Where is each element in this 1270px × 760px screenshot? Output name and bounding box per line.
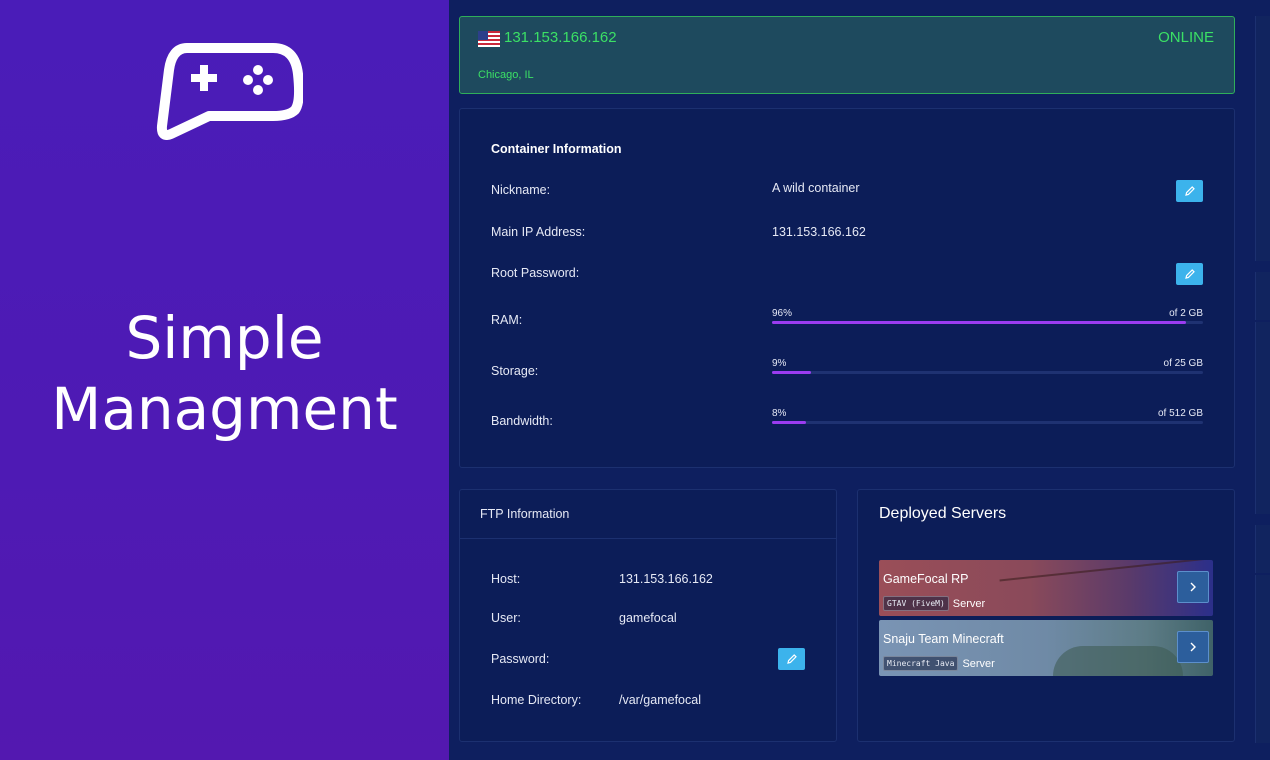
ftp-password-label: Password: [491, 652, 550, 666]
server-item[interactable]: Snaju Team Minecraft Minecraft Java Serv… [879, 620, 1213, 676]
server-name: Snaju Team Minecraft [883, 632, 1004, 646]
server-status-banner: 131.153.166.162 ONLINE Chicago, IL [459, 16, 1235, 94]
ip-label: Main IP Address: [491, 225, 586, 239]
promo-panel: Simple Managment [0, 0, 449, 760]
status-ip: 131.153.166.162 [504, 29, 617, 46]
server-item[interactable]: GameFocal RP GTAV (FiveM) Server [879, 560, 1213, 616]
pencil-icon [1184, 269, 1195, 279]
edit-nickname-button[interactable] [1176, 180, 1203, 202]
server-game-tag: Minecraft Java [883, 656, 959, 671]
bandwidth-total: of 512 GB [1157, 408, 1203, 419]
ftp-info-header: FTP Information [460, 490, 836, 539]
storage-meter: 9% of 25 GB [772, 358, 1203, 378]
ram-label: RAM: [491, 313, 523, 327]
ram-meter: 96% of 2 GB [772, 308, 1203, 328]
side-panel [1255, 272, 1270, 320]
nickname-label: Nickname: [491, 183, 551, 197]
gamepad-icon [156, 43, 303, 140]
root-password-label: Root Password: [491, 266, 580, 280]
storage-label: Storage: [491, 364, 539, 378]
server-game-tag: GTAV (FiveM) [883, 596, 949, 611]
ftp-home-value: /var/gamefocal [619, 693, 701, 707]
container-info-title: Container Information [491, 142, 622, 156]
server-type: GTAV (FiveM) Server [883, 596, 985, 611]
storage-percent: 9% [772, 358, 787, 369]
bandwidth-percent: 8% [772, 408, 787, 419]
side-panel [1255, 575, 1270, 743]
server-name: GameFocal RP [883, 572, 969, 586]
server-type: Minecraft Java Server [883, 656, 995, 671]
bandwidth-fill [772, 421, 807, 424]
server-type-suffix: Server [952, 597, 986, 610]
ftp-user-label: User: [491, 611, 521, 625]
ram-percent: 96% [772, 308, 793, 319]
ftp-host-value: 131.153.166.162 [619, 572, 713, 586]
chevron-right-icon [1190, 642, 1196, 652]
ftp-home-label: Home Directory: [491, 693, 582, 707]
container-info-card: Container Information Nickname: A wild c… [459, 108, 1235, 468]
status-location: Chicago, IL [478, 69, 534, 81]
ip-value: 131.153.166.162 [772, 225, 866, 239]
ram-fill [772, 321, 1186, 324]
pencil-icon [786, 654, 797, 664]
bandwidth-meter: 8% of 512 GB [772, 408, 1203, 428]
ram-total: of 2 GB [1169, 308, 1203, 319]
nickname-value: A wild container [772, 181, 860, 195]
headline-line-1: Simple [125, 304, 324, 372]
side-panel [1255, 322, 1270, 514]
ftp-info-title: FTP Information [480, 507, 570, 521]
storage-total: of 25 GB [1163, 358, 1203, 369]
deployed-servers-card: Deployed Servers GameFocal RP GTAV (Five… [857, 489, 1235, 742]
container-dashboard: 131.153.166.162 ONLINE Chicago, IL Conta… [449, 0, 1270, 760]
us-flag-icon [478, 31, 500, 47]
ftp-info-card: FTP Information Host: 131.153.166.162 Us… [459, 489, 837, 742]
deployed-servers-title: Deployed Servers [879, 505, 1007, 522]
server-type-suffix: Server [962, 657, 995, 670]
open-server-button[interactable] [1177, 631, 1209, 663]
edit-ftp-password-button[interactable] [778, 648, 805, 670]
chevron-right-icon [1190, 582, 1196, 592]
storage-fill [772, 371, 811, 374]
side-panel [1255, 16, 1270, 261]
side-panel [1255, 525, 1270, 573]
edit-root-password-button[interactable] [1176, 263, 1203, 285]
open-server-button[interactable] [1177, 571, 1209, 603]
ftp-host-label: Host: [491, 572, 521, 586]
ftp-user-value: gamefocal [619, 611, 677, 625]
status-badge: ONLINE [1158, 29, 1214, 46]
pencil-icon [1184, 186, 1195, 196]
headline-line-2: Managment [51, 375, 398, 443]
bandwidth-label: Bandwidth: [491, 414, 553, 428]
